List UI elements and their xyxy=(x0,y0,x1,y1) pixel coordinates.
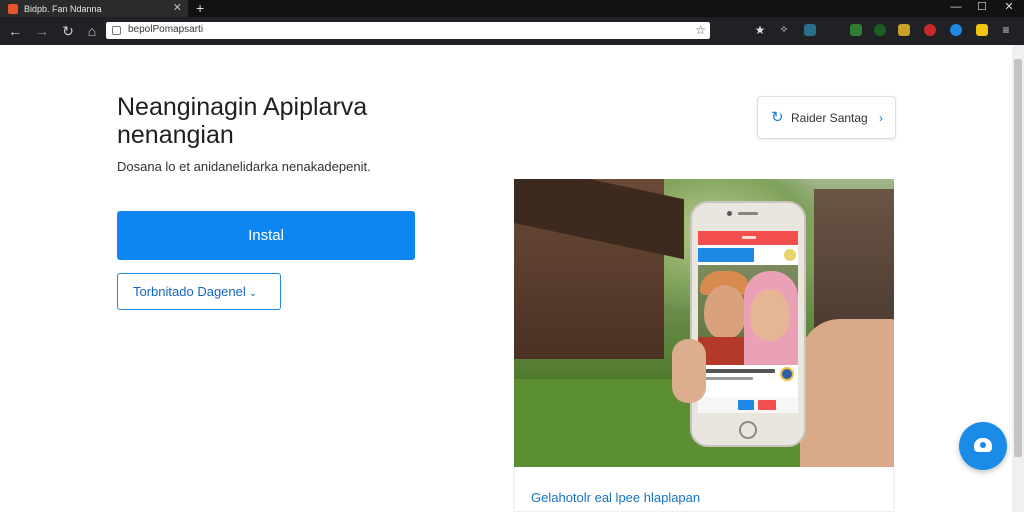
app-avatar xyxy=(780,367,794,381)
address-bar[interactable]: bepolPomapsarti ☆ xyxy=(106,22,710,39)
scrollbar-thumb[interactable] xyxy=(1014,59,1022,457)
browser-tab[interactable]: Bidpb. Fan Ndanna ✕ xyxy=(0,0,188,17)
app-caption-line xyxy=(703,369,775,373)
cloud-icon xyxy=(974,438,992,452)
note-extension-icon[interactable] xyxy=(976,24,988,36)
bookmark-star-icon[interactable]: ☆ xyxy=(695,22,706,39)
phone-mockup xyxy=(690,201,806,447)
shield-extension-icon[interactable] xyxy=(804,24,816,36)
promo-caption[interactable]: Gelahotolr eal lpee hlaplapan xyxy=(531,490,700,505)
app-photo xyxy=(698,265,798,365)
house-shape xyxy=(514,179,684,359)
hero-title: Neanginagin Apiplarva nenangian xyxy=(117,93,368,149)
address-text[interactable]: bepolPomapsarti xyxy=(128,24,203,35)
back-arrow-icon[interactable]: ← xyxy=(5,21,25,41)
app-nav-blue-button xyxy=(738,400,754,410)
favicon-icon xyxy=(8,3,18,14)
options-dropdown-label: Torbnitado Dagenel xyxy=(133,284,246,299)
page-content: Neanginagin Apiplarva nenangian Dosana l… xyxy=(0,45,1012,512)
thumb-shape xyxy=(672,339,706,403)
install-button-label: Instal xyxy=(248,227,284,244)
app-badge xyxy=(784,249,796,261)
page-scrollbar[interactable] xyxy=(1012,45,1024,512)
page-info-icon[interactable] xyxy=(112,26,121,35)
blue-extension-icon[interactable] xyxy=(950,24,962,36)
hero-subtitle: Dosana lo et anidanelidarka nenakadepeni… xyxy=(117,159,371,174)
promo-card-footer: Gelahotolr eal lpee hlaplapan xyxy=(514,467,894,512)
star-extension-icon[interactable]: ★ xyxy=(754,24,766,36)
new-tab-button[interactable]: + xyxy=(196,0,204,16)
close-window-button[interactable]: ✕ xyxy=(999,0,1019,15)
browser-tabbar: Bidpb. Fan Ndanna ✕ + — ☐ ✕ xyxy=(0,0,1024,17)
minimize-window-button[interactable]: — xyxy=(946,0,966,15)
chevron-down-icon: ⌄ xyxy=(248,288,258,299)
tag-extension-icon[interactable] xyxy=(898,24,910,36)
green-extension-icon[interactable] xyxy=(850,24,862,36)
floating-action-button[interactable] xyxy=(959,422,1007,470)
reload-icon[interactable]: ↻ xyxy=(58,21,78,41)
refresh-card-label: Raider Santag xyxy=(791,111,868,125)
browser-toolbar: ← → ↻ ⌂ bepolPomapsarti ☆ ★ ✧ ≡ xyxy=(0,17,1024,45)
app-banner xyxy=(698,248,754,262)
app-header-bar xyxy=(698,231,798,245)
menu-icon[interactable]: ≡ xyxy=(1000,24,1012,36)
circle-extension-icon[interactable] xyxy=(874,24,886,36)
options-dropdown-button[interactable]: Torbnitado Dagenel ⌄ xyxy=(117,273,281,310)
tab-title: Bidpb. Fan Ndanna xyxy=(24,3,102,14)
chevron-right-icon: › xyxy=(879,111,883,125)
hand-shape xyxy=(800,319,894,467)
home-icon[interactable]: ⌂ xyxy=(82,21,102,41)
phone-screen xyxy=(698,231,798,413)
tools-extension-icon[interactable]: ✧ xyxy=(778,24,790,36)
phone-camera xyxy=(727,211,732,216)
refresh-icon: ↻ xyxy=(771,109,784,126)
install-button[interactable]: Instal xyxy=(117,211,415,260)
phone-home-button xyxy=(739,421,757,439)
app-caption-line-2 xyxy=(703,377,753,380)
maximize-window-button[interactable]: ☐ xyxy=(972,0,992,15)
forward-arrow-icon[interactable]: → xyxy=(32,21,52,41)
phone-speaker xyxy=(738,212,758,215)
refresh-card-button[interactable]: ↻ Raider Santag › xyxy=(757,96,896,139)
promo-photo xyxy=(514,179,894,467)
app-nav-red-button xyxy=(758,400,776,410)
red-extension-icon[interactable] xyxy=(924,24,936,36)
close-tab-icon[interactable]: ✕ xyxy=(173,2,182,15)
